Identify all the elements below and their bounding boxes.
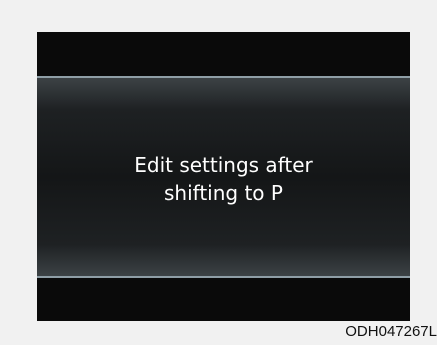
message-line-1: Edit settings after (134, 153, 313, 177)
popup-message: Edit settings after shifting to P (134, 151, 313, 207)
figure-code-label: ODH047267L (345, 323, 437, 340)
display-bottom-band (37, 278, 410, 321)
cluster-display-screen: Edit settings after shifting to P (37, 32, 410, 321)
message-area: Edit settings after shifting to P (37, 78, 410, 276)
message-line-2: shifting to P (164, 181, 283, 205)
figure-frame: Edit settings after shifting to P ODH047… (0, 0, 437, 345)
display-top-band (37, 32, 410, 76)
